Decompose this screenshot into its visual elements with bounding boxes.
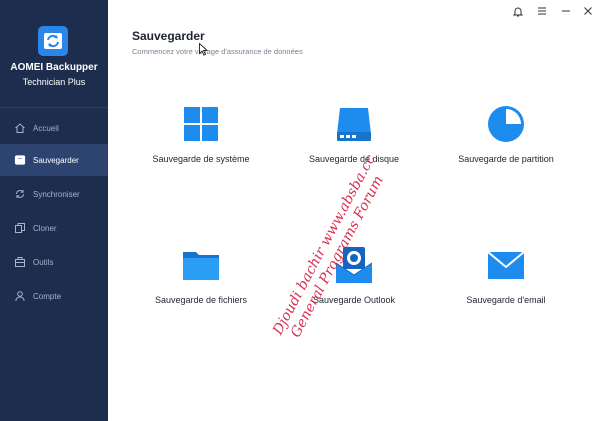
sidebar-item-outils[interactable]: Outils	[0, 246, 108, 278]
backup-icon	[14, 154, 26, 166]
mouse-cursor-icon	[199, 42, 209, 61]
sidebar-item-label: Outils	[33, 257, 54, 267]
minimize-icon[interactable]	[559, 4, 573, 18]
sidebar: AOMEI Backupper Technician Plus Accueil …	[0, 0, 108, 421]
tile-label: Sauvegarde de fichiers	[154, 295, 248, 305]
tile-label: Sauvegarde de disque	[308, 154, 400, 164]
sidebar-item-label: Compte	[33, 291, 62, 301]
menu-icon[interactable]	[535, 4, 549, 18]
windows-icon	[181, 104, 221, 144]
tile-email-backup[interactable]: Sauvegarde d'email	[436, 245, 576, 345]
tile-label: Sauvegarde de système	[152, 154, 250, 164]
app-edition: Technician Plus	[22, 77, 86, 87]
app-logo-icon	[38, 26, 68, 56]
sidebar-item-sauvegarder[interactable]: Sauvegarder	[0, 144, 108, 176]
account-icon	[14, 290, 26, 302]
sidebar-item-label: Sauvegarder	[33, 155, 79, 165]
sidebar-item-label: Cloner	[33, 223, 57, 233]
tile-partition-backup[interactable]: Sauvegarde de partition	[436, 104, 576, 204]
sidebar-item-label: Synchroniser	[33, 189, 80, 199]
sidebar-divider	[0, 107, 108, 108]
home-icon	[14, 122, 26, 134]
app-name: AOMEI Backupper	[10, 62, 98, 73]
sidebar-item-label: Accueil	[33, 123, 59, 133]
folder-icon	[181, 245, 221, 285]
page-title: Sauvegarder	[132, 29, 205, 43]
tile-label: Sauvegarde de partition	[458, 154, 554, 164]
tools-icon	[14, 256, 26, 268]
sidebar-item-synchroniser[interactable]: Synchroniser	[0, 178, 108, 210]
close-icon[interactable]	[581, 4, 595, 18]
page-subtitle: Commencez votre voyage d'assurance de do…	[132, 47, 303, 56]
sidebar-item-cloner[interactable]: Cloner	[0, 212, 108, 244]
sidebar-item-compte[interactable]: Compte	[0, 280, 108, 312]
partition-pie-icon	[486, 104, 526, 144]
email-icon	[486, 245, 526, 285]
tile-system-backup[interactable]: Sauvegarde de système	[131, 104, 271, 204]
clone-icon	[14, 222, 26, 234]
tile-file-backup[interactable]: Sauvegarde de fichiers	[131, 245, 271, 345]
sync-icon	[14, 188, 26, 200]
tile-label: Sauvegarde d'email	[466, 295, 546, 305]
notification-bell-icon[interactable]	[511, 4, 525, 18]
app-window: AOMEI Backupper Technician Plus Accueil …	[0, 0, 600, 421]
disk-icon	[334, 104, 374, 144]
sidebar-item-accueil[interactable]: Accueil	[0, 112, 108, 144]
